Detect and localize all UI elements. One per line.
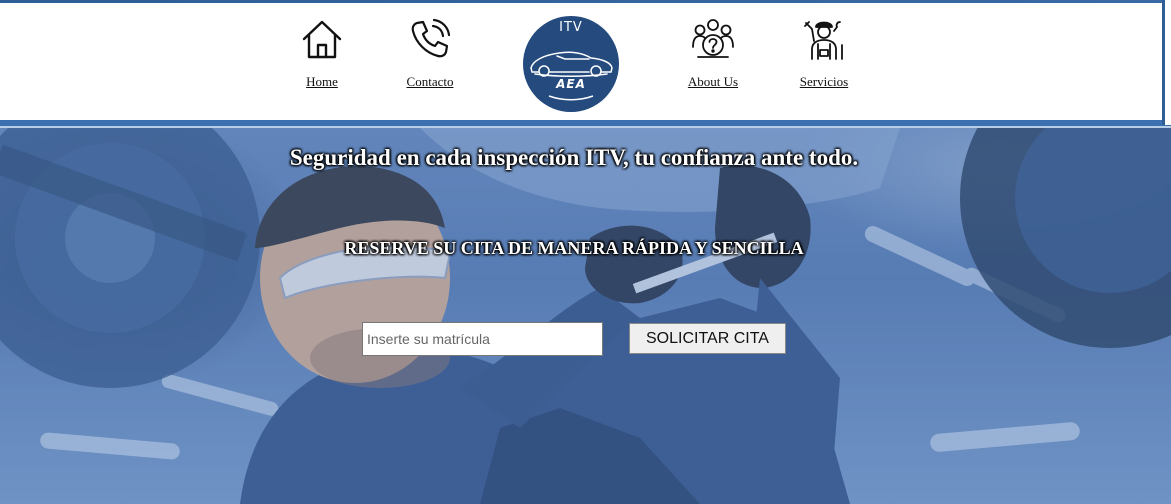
nav-services-label: Servicios (799, 74, 849, 89)
nav-about-label: About Us (687, 74, 739, 89)
logo-itv-text: ITV (559, 20, 583, 35)
logo-aea-text: AEA (556, 77, 586, 91)
hero-section: Seguridad en cada inspección ITV, tu con… (0, 128, 1171, 504)
home-icon (302, 20, 342, 59)
mechanic-icon (804, 21, 843, 60)
license-plate-input[interactable] (362, 322, 603, 356)
site-header: Home Contacto ITV AEA About Us Servicios (0, 3, 1162, 120)
request-appointment-button[interactable]: SOLICITAR CITA (629, 323, 786, 354)
hero-title: Seguridad en cada inspección ITV, tu con… (289, 145, 859, 170)
nav-contact-label: Contacto (406, 74, 454, 89)
car-icon (530, 51, 613, 77)
team-icon (692, 19, 734, 58)
nav-contact-link[interactable]: Contacto (380, 17, 480, 90)
itv-logo[interactable]: ITV AEA (523, 16, 619, 112)
nav-home-label: Home (306, 74, 338, 89)
right-accent-bar (1162, 0, 1171, 125)
logo-underline (548, 95, 594, 101)
nav-home-link[interactable]: Home (272, 17, 372, 90)
nav-services-link[interactable]: Servicios (774, 17, 874, 90)
phone-icon (411, 18, 451, 58)
mechanic-background-image (0, 128, 1171, 504)
nav-about-link[interactable]: About Us (663, 17, 763, 90)
hero-subtitle: RESERVE SU CITA DE MANERA RÁPIDA Y SENCI… (344, 238, 804, 258)
